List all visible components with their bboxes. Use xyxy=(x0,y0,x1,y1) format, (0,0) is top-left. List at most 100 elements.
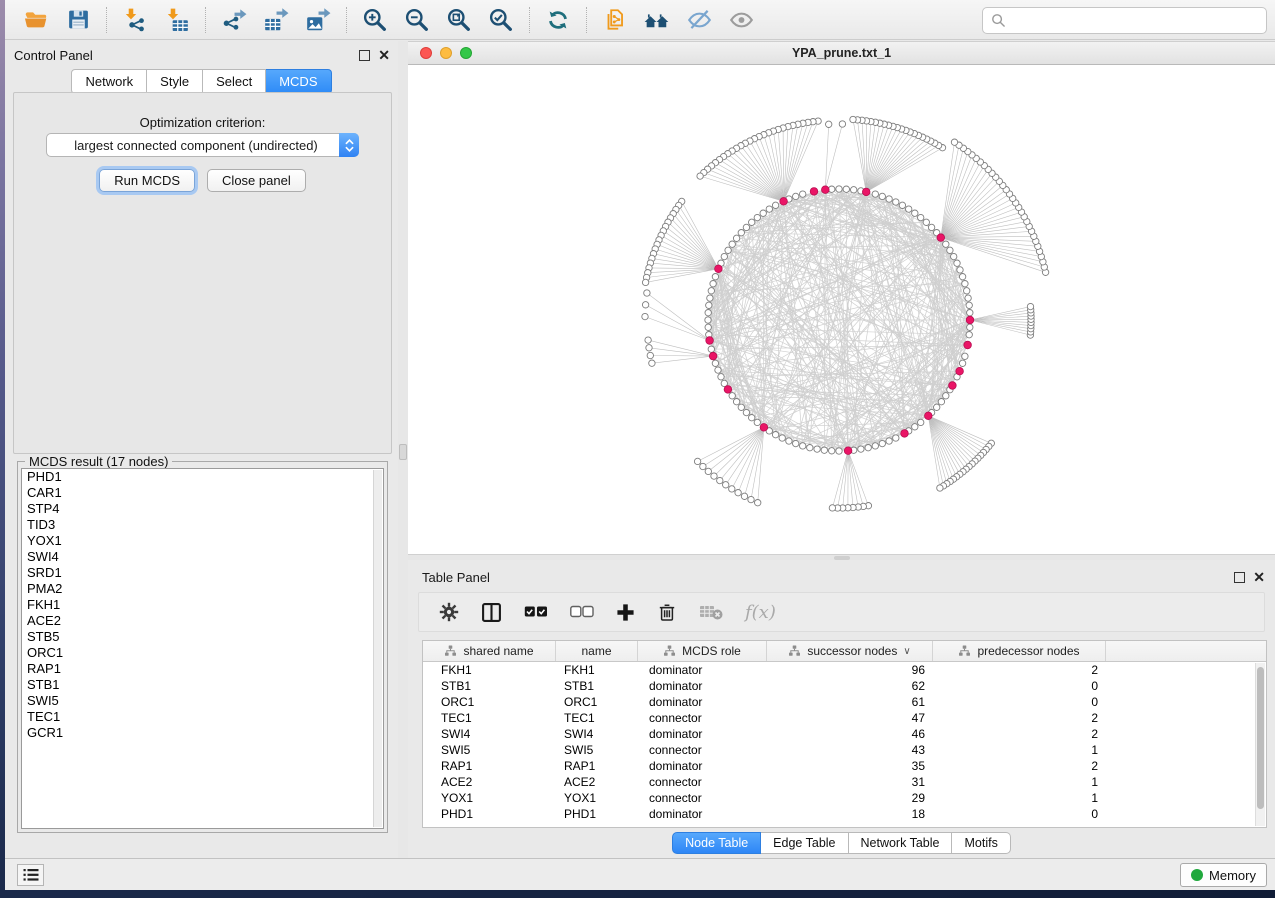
zoom-out-button[interactable] xyxy=(396,3,438,37)
save-session-button[interactable] xyxy=(57,3,99,37)
network-titlebar[interactable]: YPA_prune.txt_1 xyxy=(408,41,1275,65)
export-network-button[interactable] xyxy=(213,3,255,37)
toolbar-separator xyxy=(586,7,587,33)
first-neighbors-button[interactable] xyxy=(636,3,678,37)
duplicate-network-button[interactable] xyxy=(594,3,636,37)
control-panel-tabs: NetworkStyleSelectMCDS xyxy=(5,69,398,94)
column-header-predecessor-nodes[interactable]: predecessor nodes xyxy=(933,641,1106,661)
zoom-in-button[interactable] xyxy=(354,3,396,37)
mcds-result-item[interactable]: RAP1 xyxy=(22,661,383,677)
mcds-result-list[interactable]: PHD1CAR1STP4TID3YOX1SWI4SRD1PMA2FKH1ACE2… xyxy=(21,468,384,829)
mcds-result-item[interactable]: GCR1 xyxy=(22,725,383,741)
search-input[interactable] xyxy=(1012,11,1266,31)
delete-column-button[interactable] xyxy=(657,602,677,622)
zoom-selected-button[interactable] xyxy=(480,3,522,37)
zoom-fit-button[interactable] xyxy=(438,3,480,37)
select-all-button[interactable] xyxy=(524,605,548,619)
table-row[interactable]: SWI5SWI5connector431 xyxy=(423,742,1266,758)
open-file-button[interactable] xyxy=(15,3,57,37)
cell-successor-nodes: 46 xyxy=(767,726,933,742)
export-table-button[interactable] xyxy=(255,3,297,37)
mcds-result-item[interactable]: SWI4 xyxy=(22,549,383,565)
gear-icon xyxy=(439,602,459,622)
refresh-button[interactable] xyxy=(537,3,579,37)
close-panel-icon[interactable]: ✕ xyxy=(1253,572,1265,583)
scrollbar-thumb[interactable] xyxy=(1257,667,1264,809)
show-columns-button[interactable] xyxy=(481,602,502,623)
mcds-result-item[interactable]: STP4 xyxy=(22,501,383,517)
cell-predecessor-nodes: 1 xyxy=(933,742,1106,758)
close-panel-button[interactable]: Close panel xyxy=(207,169,306,192)
table-row[interactable]: ACE2ACE2connector311 xyxy=(423,774,1266,790)
table-row[interactable]: YOX1YOX1connector291 xyxy=(423,790,1266,806)
shared-column-icon xyxy=(788,645,801,657)
refresh-icon xyxy=(545,7,571,33)
tab-motifs[interactable]: Motifs xyxy=(952,832,1010,854)
mcds-result-item[interactable]: FKH1 xyxy=(22,597,383,613)
mcds-result-item[interactable]: YOX1 xyxy=(22,533,383,549)
import-network-button[interactable] xyxy=(114,3,156,37)
table-row[interactable]: SWI4SWI4dominator462 xyxy=(423,726,1266,742)
splitter-handle[interactable] xyxy=(399,444,407,460)
network-title: YPA_prune.txt_1 xyxy=(408,46,1275,60)
mcds-result-item[interactable]: CAR1 xyxy=(22,485,383,501)
add-column-button[interactable] xyxy=(616,603,635,622)
tab-select[interactable]: Select xyxy=(203,69,266,94)
table-row[interactable]: RAP1RAP1dominator352 xyxy=(423,758,1266,774)
table-panel: Table Panel ✕ xyxy=(408,560,1275,858)
tab-style[interactable]: Style xyxy=(147,69,203,94)
memory-button[interactable]: Memory xyxy=(1180,863,1267,887)
deselect-all-button[interactable] xyxy=(570,605,594,619)
mcds-result-item[interactable]: STB5 xyxy=(22,629,383,645)
table-toolbar: f(x) xyxy=(418,592,1265,632)
close-panel-icon[interactable]: ✕ xyxy=(378,50,390,61)
table-row[interactable]: TEC1TEC1connector472 xyxy=(423,710,1266,726)
show-all-button[interactable] xyxy=(720,3,762,37)
mcds-result-item[interactable]: ORC1 xyxy=(22,645,383,661)
export-image-button[interactable] xyxy=(297,3,339,37)
mcds-result-item[interactable]: TID3 xyxy=(22,517,383,533)
column-settings-button[interactable] xyxy=(439,602,459,622)
search-icon xyxy=(991,13,1006,28)
network-view-window: YPA_prune.txt_1 xyxy=(408,41,1275,560)
run-mcds-button[interactable]: Run MCDS xyxy=(99,169,195,192)
mcds-result-item[interactable]: PHD1 xyxy=(22,469,383,485)
float-panel-icon[interactable] xyxy=(359,50,370,61)
mcds-result-item[interactable]: ACE2 xyxy=(22,613,383,629)
network-canvas[interactable] xyxy=(408,65,1275,554)
table-row[interactable]: FKH1FKH1dominator962 xyxy=(423,662,1266,678)
cell-successor-nodes: 35 xyxy=(767,758,933,774)
mcds-result-title: MCDS result (17 nodes) xyxy=(25,454,172,469)
table-row[interactable]: PHD1PHD1dominator180 xyxy=(423,806,1266,822)
column-header-MCDS-role[interactable]: MCDS role xyxy=(638,641,767,661)
tab-edge-table[interactable]: Edge Table xyxy=(761,832,848,854)
tab-network[interactable]: Network xyxy=(71,69,147,94)
tab-network-table[interactable]: Network Table xyxy=(849,832,953,854)
column-header-successor-nodes[interactable]: successor nodes∨ xyxy=(767,641,933,661)
table-row[interactable]: ORC1ORC1dominator610 xyxy=(423,694,1266,710)
search-box[interactable] xyxy=(982,7,1267,34)
float-panel-icon[interactable] xyxy=(1234,572,1245,583)
column-header-shared-name[interactable]: shared name xyxy=(423,641,556,661)
mcds-result-item[interactable]: TEC1 xyxy=(22,709,383,725)
vertical-splitter[interactable] xyxy=(398,41,408,858)
criterion-value: largest connected component (undirected) xyxy=(47,138,339,153)
task-history-button[interactable] xyxy=(17,864,44,886)
tab-node-table[interactable]: Node Table xyxy=(672,832,761,854)
table-row[interactable]: STB1STB1dominator620 xyxy=(423,678,1266,694)
cell-shared-name: FKH1 xyxy=(423,662,556,678)
mcds-result-item[interactable]: SRD1 xyxy=(22,565,383,581)
tab-mcds[interactable]: MCDS xyxy=(266,69,331,94)
mcds-result-item[interactable]: STB1 xyxy=(22,677,383,693)
mcds-result-item[interactable]: PMA2 xyxy=(22,581,383,597)
criterion-dropdown[interactable]: largest connected component (undirected) xyxy=(46,133,359,157)
import-table-button[interactable] xyxy=(156,3,198,37)
column-header-name[interactable]: name xyxy=(556,641,638,661)
mcds-result-item[interactable]: SWI5 xyxy=(22,693,383,709)
save-icon xyxy=(66,7,91,32)
cell-MCDS-role: dominator xyxy=(638,694,767,710)
hide-selected-button[interactable] xyxy=(678,3,720,37)
mcds-scrollbar[interactable] xyxy=(373,470,382,827)
zoom-out-icon xyxy=(404,7,430,33)
table-scrollbar[interactable] xyxy=(1255,663,1265,826)
